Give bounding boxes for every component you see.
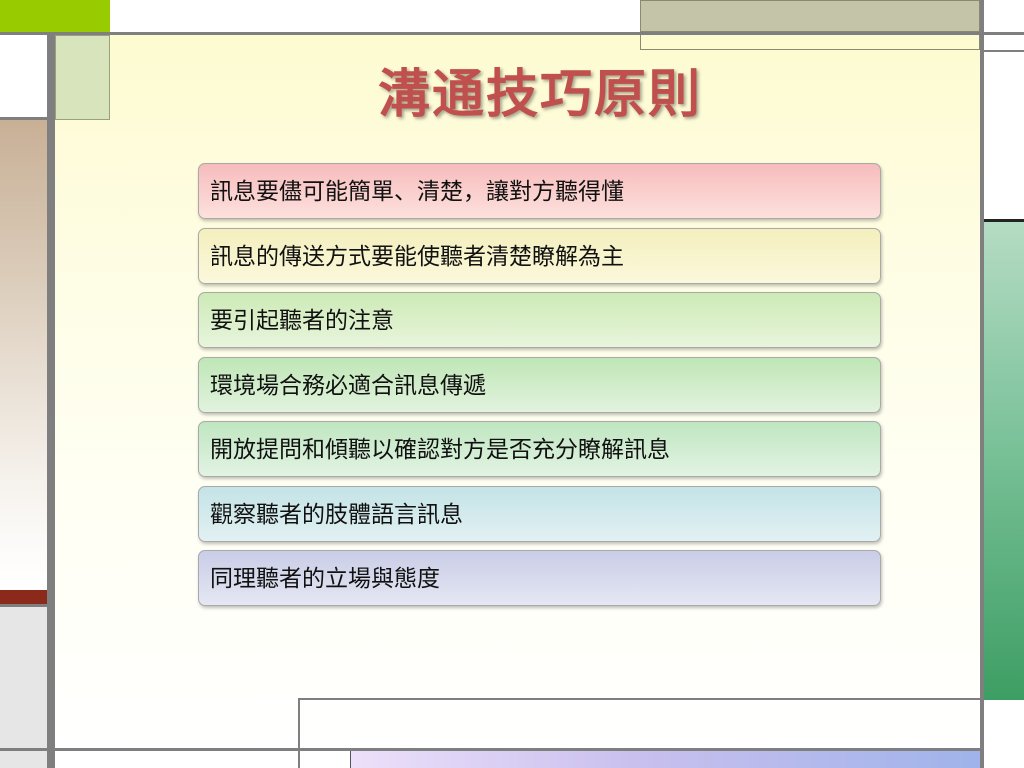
- left-red-accent: [0, 590, 47, 604]
- bottom-gradient-strip: [350, 751, 981, 768]
- frame-line-right: [980, 0, 984, 768]
- frame-line-lower-box-left: [298, 698, 300, 768]
- principle-item: 訊息的傳送方式要能使聽者清楚瞭解為主: [198, 227, 881, 284]
- frame-line-left-sep-bottom: [0, 604, 47, 607]
- frame-line-top: [0, 32, 1024, 35]
- frame-line-left-sep-top: [0, 117, 47, 120]
- principle-item: 觀察聽者的肢體語言訊息: [198, 485, 881, 542]
- principle-item: 要引起聽者的注意: [198, 292, 881, 348]
- principle-text: 同理聽者的立場與態度: [210, 566, 440, 592]
- frame-line-lower-box-top: [298, 698, 980, 700]
- principle-item: 開放提問和傾聽以確認對方是否充分瞭解訊息: [198, 421, 881, 477]
- frame-line-bottom: [0, 748, 984, 751]
- slide-title: 溝通技巧原則: [377, 64, 702, 125]
- principle-text: 開放提問和傾聽以確認對方是否充分瞭解訊息: [210, 437, 670, 463]
- tan-top-tab-extension: [640, 35, 980, 50]
- principle-item: 訊息要儘可能簡單、清楚，讓對方聽得懂: [198, 163, 881, 219]
- principle-item: 同理聽者的立場與態度: [198, 550, 881, 606]
- tan-top-tab: [640, 0, 980, 32]
- green-corner-tab: [0, 0, 110, 32]
- principle-text: 訊息的傳送方式要能使聽者清楚瞭解為主: [210, 243, 624, 270]
- left-gray-bar: [0, 607, 47, 768]
- frame-line-left-inner: [51, 32, 55, 768]
- right-green-gradient-bar: [984, 222, 1024, 700]
- principle-text: 環境場合務必適合訊息傳遞: [210, 372, 486, 399]
- principle-item: 環境場合務必適合訊息傳遞: [198, 356, 881, 413]
- principle-text: 訊息要儘可能簡單、清楚，讓對方聽得懂: [210, 179, 624, 205]
- green-accent-block: [55, 35, 110, 120]
- principles-list: 訊息要儘可能簡單、清楚，讓對方聽得懂 訊息的傳送方式要能使聽者清楚瞭解為主 要引…: [198, 163, 881, 615]
- frame-line-right-mid: [984, 50, 1024, 52]
- left-brown-gradient-bar: [0, 120, 47, 590]
- principle-text: 觀察聽者的肢體語言訊息: [210, 501, 463, 528]
- principle-text: 要引起聽者的注意: [210, 308, 394, 334]
- frame-line-right-top: [984, 32, 1024, 35]
